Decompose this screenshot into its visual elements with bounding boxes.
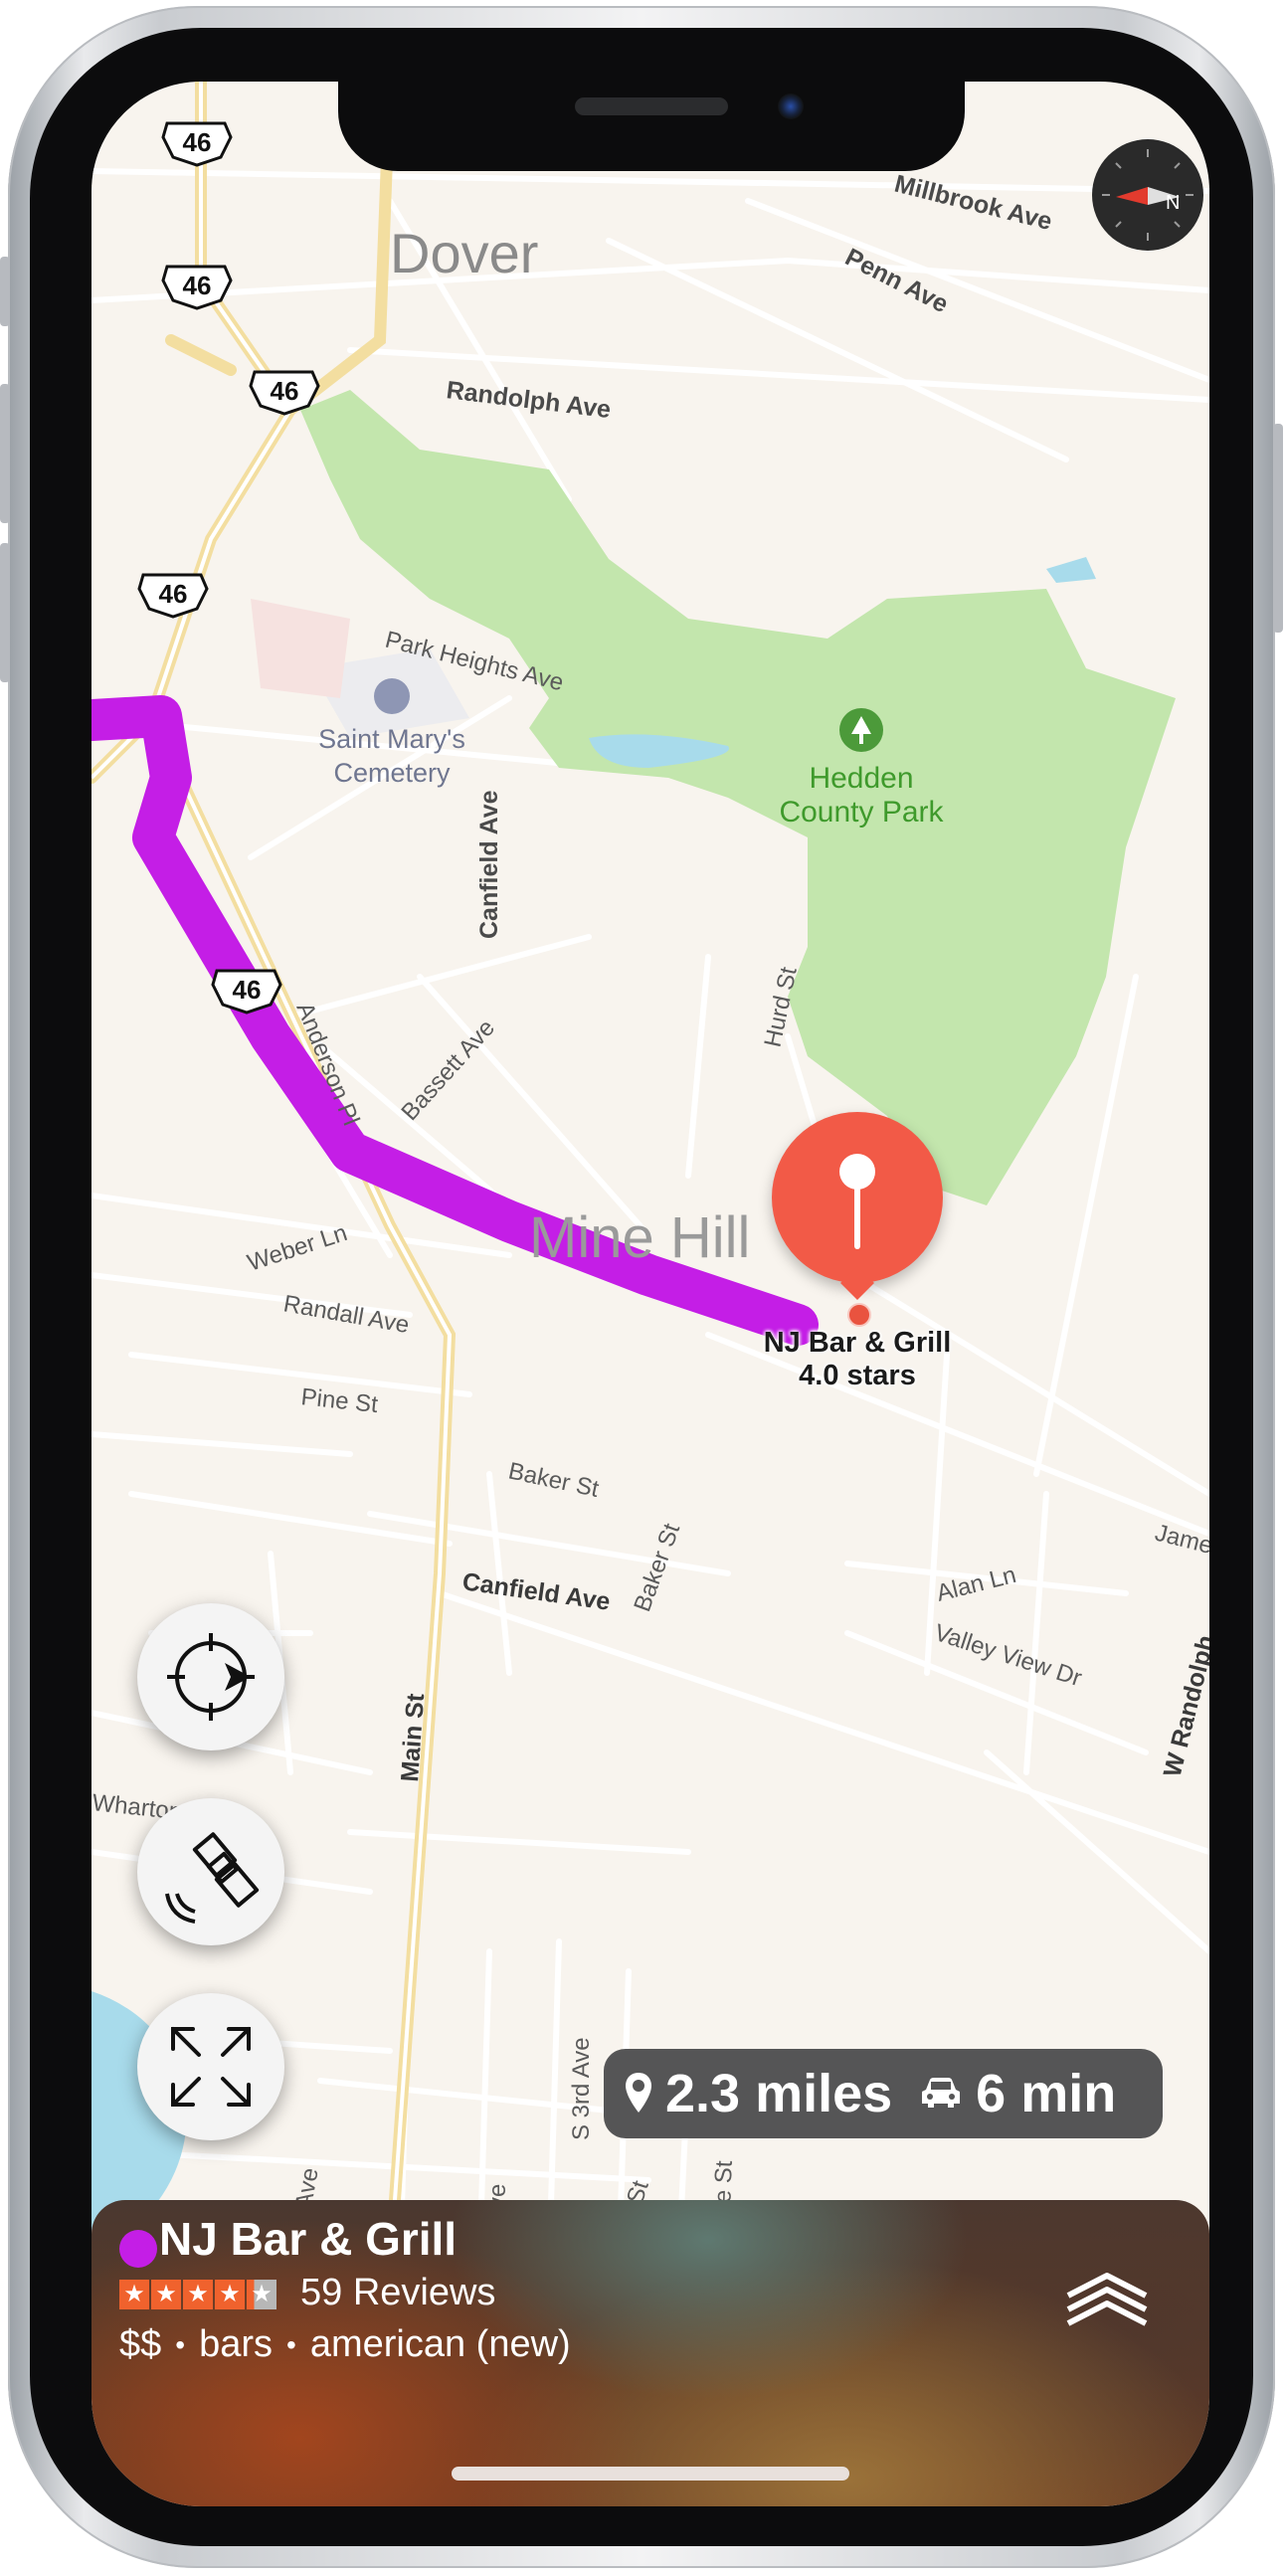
volume-down-button bbox=[0, 543, 10, 682]
satellite-icon bbox=[165, 1832, 260, 1924]
separator: • bbox=[286, 2328, 296, 2360]
phone-frame: 46 46 46 46 46 Dover Mine Hill Hedden Co… bbox=[0, 6, 1283, 2568]
chevron-up-icon[interactable] bbox=[1062, 2268, 1152, 2327]
rating-stars: ★ ★ ★ ★ ★ bbox=[119, 2280, 278, 2309]
park-label-2: County Park bbox=[779, 796, 944, 828]
street-label: Alan Ln bbox=[934, 1562, 1019, 1607]
map-canvas[interactable]: 46 46 46 46 46 Dover Mine Hill Hedden Co… bbox=[92, 82, 1209, 2506]
price-level: $$ bbox=[119, 2323, 162, 2365]
svg-text:N: N bbox=[1166, 192, 1180, 214]
place-color-dot bbox=[119, 2230, 157, 2268]
eta-badge: 2.3 miles 6 min bbox=[604, 2049, 1163, 2138]
city-label: Dover bbox=[390, 222, 538, 284]
area-label: Mine Hill bbox=[529, 1205, 750, 1270]
pin-rating: 4.0 stars bbox=[799, 1360, 916, 1391]
map-screen[interactable]: 46 46 46 46 46 Dover Mine Hill Hedden Co… bbox=[92, 82, 1209, 2506]
star-icon: ★ bbox=[183, 2280, 213, 2309]
separator: • bbox=[175, 2328, 186, 2360]
street-label: S 3rd Ave bbox=[568, 2037, 595, 2140]
mute-switch bbox=[0, 257, 10, 326]
map-pin-icon bbox=[839, 1154, 875, 1249]
svg-text:46: 46 bbox=[183, 127, 212, 157]
street-label: Randolph Ave bbox=[445, 376, 612, 424]
svg-text:46: 46 bbox=[183, 271, 212, 300]
street-label: Pine St bbox=[299, 1383, 379, 1418]
satellite-view-button[interactable] bbox=[137, 1798, 284, 1945]
place-title: NJ Bar & Grill bbox=[159, 2213, 458, 2265]
destination-pin[interactable] bbox=[772, 1112, 943, 1283]
star-empty-icon: ★ bbox=[247, 2280, 276, 2309]
street-label: Millbrook Ave bbox=[892, 170, 1055, 236]
recenter-location-icon bbox=[167, 1633, 255, 1721]
category-tag: american (new) bbox=[309, 2323, 571, 2365]
eta-time: 6 min bbox=[976, 2064, 1117, 2123]
star-icon: ★ bbox=[119, 2280, 149, 2309]
pin-label: NJ Bar & Grill 4.0 stars bbox=[688, 1327, 1026, 1392]
location-pin-icon bbox=[626, 2073, 651, 2113]
expand-icon bbox=[171, 2027, 251, 2107]
place-tags: $$ • bars • american (new) bbox=[119, 2323, 571, 2366]
star-icon: ★ bbox=[215, 2280, 245, 2309]
compass-button[interactable]: N bbox=[1092, 139, 1203, 251]
street-label: Valley View Dr bbox=[931, 1619, 1085, 1692]
cemetery-label-1: Saint Mary's bbox=[318, 724, 465, 754]
park-label-1: Hedden bbox=[809, 762, 913, 795]
fullscreen-button[interactable] bbox=[137, 1993, 284, 2140]
recenter-button[interactable] bbox=[137, 1603, 284, 1750]
highway-shield-1: 46 bbox=[161, 121, 233, 167]
pin-name: NJ Bar & Grill bbox=[763, 1327, 952, 1359]
street-label: Weber Ln bbox=[245, 1219, 351, 1277]
svg-text:46: 46 bbox=[233, 975, 262, 1005]
street-label: Penn Ave bbox=[840, 243, 953, 318]
pin-location-dot bbox=[847, 1303, 871, 1327]
svg-text:46: 46 bbox=[159, 579, 188, 609]
street-label: W Randolph bbox=[1159, 1632, 1209, 1779]
cemetery-label-2: Cemetery bbox=[333, 758, 451, 788]
cemetery-icon bbox=[374, 678, 410, 714]
street-label: Bassett Ave bbox=[396, 1014, 500, 1126]
volume-up-button bbox=[0, 384, 10, 523]
front-camera bbox=[778, 93, 804, 119]
power-button bbox=[1273, 424, 1283, 633]
eta-distance: 2.3 miles bbox=[665, 2064, 893, 2123]
svg-text:46: 46 bbox=[271, 376, 299, 406]
hospital-area bbox=[251, 599, 350, 698]
street-label: James bbox=[1153, 1520, 1209, 1563]
street-label: Canfield Ave bbox=[475, 790, 503, 939]
device-notch bbox=[338, 82, 965, 171]
compass-icon: N bbox=[1102, 149, 1193, 241]
star-icon: ★ bbox=[151, 2280, 181, 2309]
street-label: Randall Ave bbox=[281, 1290, 411, 1339]
category-tag: bars bbox=[199, 2323, 274, 2365]
street-label: Baker St bbox=[506, 1457, 602, 1503]
review-count: 59 Reviews bbox=[300, 2272, 496, 2313]
car-icon bbox=[922, 2078, 961, 2108]
earpiece-speaker bbox=[575, 97, 728, 115]
park-pond-small bbox=[1046, 557, 1096, 583]
home-indicator[interactable] bbox=[452, 2467, 849, 2481]
place-info-sheet[interactable]: NJ Bar & Grill ★ ★ ★ ★ ★ 59 Reviews $$ •… bbox=[92, 2200, 1209, 2506]
highway-shield-4: 46 bbox=[137, 573, 209, 619]
